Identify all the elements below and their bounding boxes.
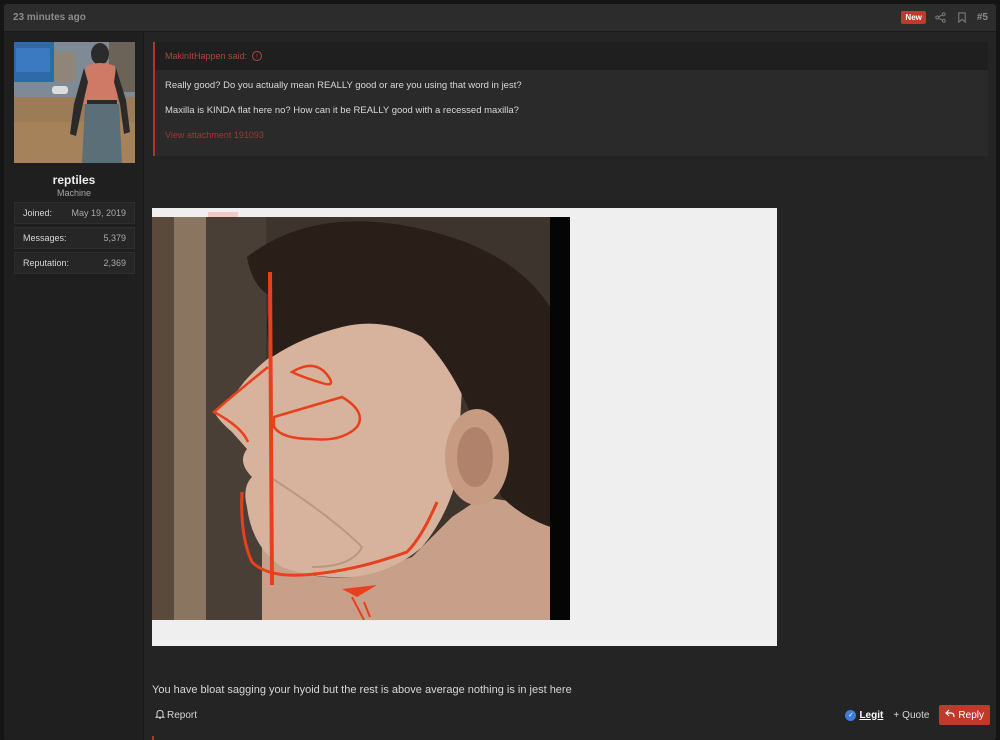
post-number-link[interactable]: #5 <box>977 12 988 23</box>
quote-button[interactable]: + Quote <box>893 710 929 721</box>
reply-icon <box>945 709 956 721</box>
stat-value: 2,369 <box>103 258 126 268</box>
username-link[interactable]: reptiles <box>4 173 144 187</box>
share-icon[interactable] <box>935 12 947 24</box>
post-header-actions: New #5 <box>901 11 988 24</box>
next-post-indicator <box>152 736 154 740</box>
stat-joined: Joined: May 19, 2019 <box>14 202 135 224</box>
arrow-up-icon[interactable]: ↑ <box>252 51 263 61</box>
post-actions: ✓ Legit + Quote Reply <box>845 705 990 725</box>
reply-button[interactable]: Reply <box>939 705 990 725</box>
quote-label: Quote <box>902 709 930 721</box>
attachment-image[interactable] <box>152 208 777 646</box>
stat-label: Reputation: <box>23 258 70 268</box>
thumbs-up-icon: ✓ <box>845 709 857 721</box>
quote-author-link[interactable]: MakinItHappen said: <box>165 51 247 61</box>
report-button[interactable]: Report <box>154 709 198 722</box>
stat-messages: Messages: 5,379 <box>14 227 135 249</box>
quote-text: Maxilla is KINDA flat here no? How can i… <box>165 105 519 116</box>
user-stats: Joined: May 19, 2019 Messages: 5,379 Rep… <box>14 202 135 277</box>
report-label: Report <box>167 710 198 721</box>
bell-icon <box>154 709 166 722</box>
quote-header: MakinItHappen said: ↑ <box>155 42 988 70</box>
post-timestamp[interactable]: 23 minutes ago <box>13 12 86 23</box>
stat-label: Joined: <box>23 208 53 218</box>
user-title: Machine <box>56 188 92 198</box>
stat-label: Messages: <box>23 233 67 243</box>
reply-label: Reply <box>958 709 984 721</box>
quote-text: Really good? Do you actually mean REALLY… <box>165 80 522 91</box>
post-container: 23 minutes ago New #5 reptiles Machine J… <box>4 4 996 740</box>
annotated-profile-photo <box>152 217 570 620</box>
stat-value: May 19, 2019 <box>71 208 126 218</box>
new-badge: New <box>901 11 926 24</box>
stat-value: 5,379 <box>103 233 126 243</box>
post-body-text: You have bloat sagging your hyoid but th… <box>152 684 572 696</box>
attachment-link[interactable]: View attachment 191093 <box>155 130 988 140</box>
user-avatar[interactable] <box>14 42 135 163</box>
legit-label: Legit <box>859 709 884 721</box>
stat-reputation: Reputation: 2,369 <box>14 252 135 274</box>
quote-block: MakinItHappen said: ↑ Really good? Do yo… <box>153 42 988 156</box>
bookmark-icon[interactable] <box>956 12 968 24</box>
post-header: 23 minutes ago New #5 <box>4 4 996 32</box>
legit-button[interactable]: ✓ Legit <box>845 709 884 721</box>
plus-icon: + <box>893 709 900 721</box>
user-sidebar: reptiles Machine Joined: May 19, 2019 Me… <box>4 32 144 740</box>
